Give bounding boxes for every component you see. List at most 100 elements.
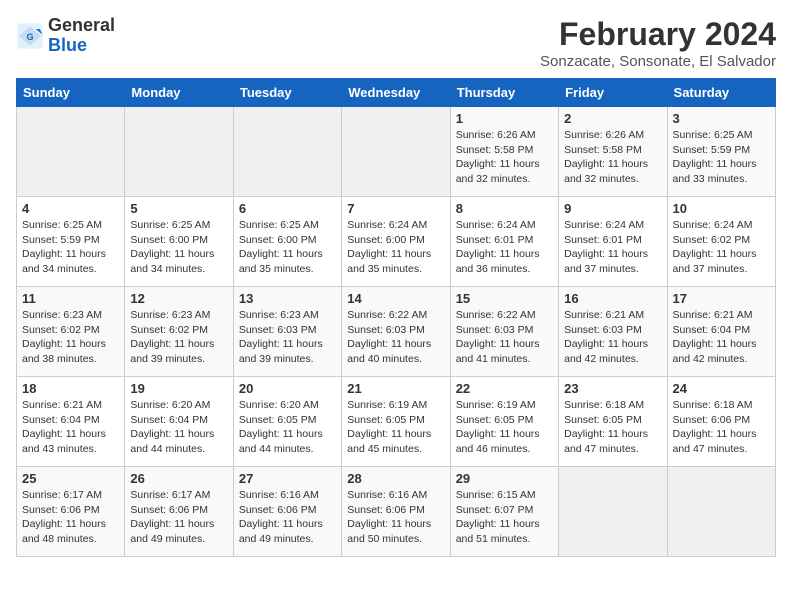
day-number: 7: [347, 201, 444, 216]
calendar-body: 1 Sunrise: 6:26 AM Sunset: 5:58 PM Daylig…: [17, 107, 776, 557]
day-number: 2: [564, 111, 661, 126]
day-number: 6: [239, 201, 336, 216]
weekday-header-row: SundayMondayTuesdayWednesdayThursdayFrid…: [17, 79, 776, 107]
day-info: Sunrise: 6:18 AM Sunset: 6:06 PM Dayligh…: [673, 398, 770, 457]
calendar-cell: 23 Sunrise: 6:18 AM Sunset: 6:05 PM Dayli…: [559, 377, 667, 467]
day-info: Sunrise: 6:25 AM Sunset: 5:59 PM Dayligh…: [673, 128, 770, 187]
calendar-cell: 10 Sunrise: 6:24 AM Sunset: 6:02 PM Dayli…: [667, 197, 775, 287]
day-number: 23: [564, 381, 661, 396]
day-number: 11: [22, 291, 119, 306]
calendar-week-row: 4Sunrise: 6:25 AM Sunset: 5:59 PM Daylig…: [17, 197, 776, 287]
day-number: 9: [564, 201, 661, 216]
title-area: February 2024 Sonzacate, Sonsonate, El S…: [540, 16, 776, 70]
weekday-header-tuesday: Tuesday: [233, 79, 341, 107]
day-number: 16: [564, 291, 661, 306]
weekday-header-wednesday: Wednesday: [342, 79, 450, 107]
logo-text: General Blue: [48, 16, 115, 56]
day-info: Sunrise: 6:21 AM Sunset: 6:03 PM Dayligh…: [564, 308, 661, 367]
calendar-cell: 28 Sunrise: 6:16 AM Sunset: 6:06 PM Dayli…: [342, 467, 450, 557]
svg-text:G: G: [26, 32, 33, 42]
day-number: 22: [456, 381, 553, 396]
day-number: 28: [347, 471, 444, 486]
calendar-week-row: 11 Sunrise: 6:23 AM Sunset: 6:02 PM Dayli…: [17, 287, 776, 377]
day-info: Sunrise: 6:25 AM Sunset: 6:00 PM Dayligh…: [239, 218, 336, 277]
calendar-cell: 7 Sunrise: 6:24 AM Sunset: 6:00 PM Daylig…: [342, 197, 450, 287]
calendar-cell: [559, 467, 667, 557]
day-info: Sunrise: 6:16 AM Sunset: 6:06 PM Dayligh…: [239, 488, 336, 547]
calendar-cell: 21 Sunrise: 6:19 AM Sunset: 6:05 PM Dayli…: [342, 377, 450, 467]
calendar-cell: 12 Sunrise: 6:23 AM Sunset: 6:02 PM Dayli…: [125, 287, 233, 377]
day-number: 10: [673, 201, 770, 216]
calendar-cell: 19 Sunrise: 6:20 AM Sunset: 6:04 PM Dayli…: [125, 377, 233, 467]
calendar-cell: 6 Sunrise: 6:25 AM Sunset: 6:00 PM Daylig…: [233, 197, 341, 287]
calendar-cell: 27 Sunrise: 6:16 AM Sunset: 6:06 PM Dayli…: [233, 467, 341, 557]
calendar-week-row: 25 Sunrise: 6:17 AM Sunset: 6:06 PM Dayli…: [17, 467, 776, 557]
calendar-cell: [17, 107, 125, 197]
day-number: 25: [22, 471, 119, 486]
weekday-header-friday: Friday: [559, 79, 667, 107]
day-info: Sunrise: 6:20 AM Sunset: 6:04 PM Dayligh…: [130, 398, 227, 457]
calendar-cell: 5Sunrise: 6:25 AM Sunset: 6:00 PM Daylig…: [125, 197, 233, 287]
calendar-table: SundayMondayTuesdayWednesdayThursdayFrid…: [16, 78, 776, 557]
day-info: Sunrise: 6:18 AM Sunset: 6:05 PM Dayligh…: [564, 398, 661, 457]
day-info: Sunrise: 6:24 AM Sunset: 6:01 PM Dayligh…: [564, 218, 661, 277]
day-info: Sunrise: 6:22 AM Sunset: 6:03 PM Dayligh…: [456, 308, 553, 367]
weekday-header-thursday: Thursday: [450, 79, 558, 107]
day-info: Sunrise: 6:17 AM Sunset: 6:06 PM Dayligh…: [22, 488, 119, 547]
calendar-week-row: 1 Sunrise: 6:26 AM Sunset: 5:58 PM Daylig…: [17, 107, 776, 197]
day-info: Sunrise: 6:17 AM Sunset: 6:06 PM Dayligh…: [130, 488, 227, 547]
logo: G General Blue: [16, 16, 115, 56]
day-number: 21: [347, 381, 444, 396]
calendar-cell: 13 Sunrise: 6:23 AM Sunset: 6:03 PM Dayli…: [233, 287, 341, 377]
day-number: 17: [673, 291, 770, 306]
day-number: 13: [239, 291, 336, 306]
calendar-cell: [233, 107, 341, 197]
location: Sonzacate, Sonsonate, El Salvador: [540, 53, 776, 70]
day-number: 29: [456, 471, 553, 486]
day-info: Sunrise: 6:23 AM Sunset: 6:02 PM Dayligh…: [130, 308, 227, 367]
calendar-cell: 17Sunrise: 6:21 AM Sunset: 6:04 PM Dayli…: [667, 287, 775, 377]
logo-icon: G: [16, 22, 44, 50]
day-number: 8: [456, 201, 553, 216]
day-info: Sunrise: 6:24 AM Sunset: 6:02 PM Dayligh…: [673, 218, 770, 277]
day-number: 18: [22, 381, 119, 396]
calendar-cell: 24 Sunrise: 6:18 AM Sunset: 6:06 PM Dayli…: [667, 377, 775, 467]
day-number: 27: [239, 471, 336, 486]
calendar-cell: 2 Sunrise: 6:26 AM Sunset: 5:58 PM Daylig…: [559, 107, 667, 197]
calendar-cell: 8 Sunrise: 6:24 AM Sunset: 6:01 PM Daylig…: [450, 197, 558, 287]
calendar-cell: 15 Sunrise: 6:22 AM Sunset: 6:03 PM Dayli…: [450, 287, 558, 377]
day-info: Sunrise: 6:24 AM Sunset: 6:00 PM Dayligh…: [347, 218, 444, 277]
calendar-cell: [342, 107, 450, 197]
calendar-cell: 1 Sunrise: 6:26 AM Sunset: 5:58 PM Daylig…: [450, 107, 558, 197]
day-number: 4: [22, 201, 119, 216]
calendar-cell: 20 Sunrise: 6:20 AM Sunset: 6:05 PM Dayli…: [233, 377, 341, 467]
day-info: Sunrise: 6:24 AM Sunset: 6:01 PM Dayligh…: [456, 218, 553, 277]
calendar-cell: 4Sunrise: 6:25 AM Sunset: 5:59 PM Daylig…: [17, 197, 125, 287]
day-number: 3: [673, 111, 770, 126]
day-info: Sunrise: 6:26 AM Sunset: 5:58 PM Dayligh…: [564, 128, 661, 187]
calendar-cell: 9 Sunrise: 6:24 AM Sunset: 6:01 PM Daylig…: [559, 197, 667, 287]
calendar-cell: 3 Sunrise: 6:25 AM Sunset: 5:59 PM Daylig…: [667, 107, 775, 197]
calendar-cell: 14Sunrise: 6:22 AM Sunset: 6:03 PM Dayli…: [342, 287, 450, 377]
calendar-cell: [667, 467, 775, 557]
calendar-cell: 22Sunrise: 6:19 AM Sunset: 6:05 PM Dayli…: [450, 377, 558, 467]
day-number: 15: [456, 291, 553, 306]
calendar-cell: 18 Sunrise: 6:21 AM Sunset: 6:04 PM Dayli…: [17, 377, 125, 467]
day-info: Sunrise: 6:23 AM Sunset: 6:03 PM Dayligh…: [239, 308, 336, 367]
day-number: 20: [239, 381, 336, 396]
day-info: Sunrise: 6:26 AM Sunset: 5:58 PM Dayligh…: [456, 128, 553, 187]
day-info: Sunrise: 6:16 AM Sunset: 6:06 PM Dayligh…: [347, 488, 444, 547]
day-number: 5: [130, 201, 227, 216]
day-number: 12: [130, 291, 227, 306]
day-info: Sunrise: 6:21 AM Sunset: 6:04 PM Dayligh…: [22, 398, 119, 457]
weekday-header-sunday: Sunday: [17, 79, 125, 107]
day-info: Sunrise: 6:20 AM Sunset: 6:05 PM Dayligh…: [239, 398, 336, 457]
day-number: 24: [673, 381, 770, 396]
calendar-cell: [125, 107, 233, 197]
day-info: Sunrise: 6:19 AM Sunset: 6:05 PM Dayligh…: [347, 398, 444, 457]
page-header: G General Blue February 2024 Sonzacate, …: [16, 16, 776, 70]
weekday-header-monday: Monday: [125, 79, 233, 107]
day-number: 26: [130, 471, 227, 486]
day-number: 1: [456, 111, 553, 126]
day-number: 19: [130, 381, 227, 396]
